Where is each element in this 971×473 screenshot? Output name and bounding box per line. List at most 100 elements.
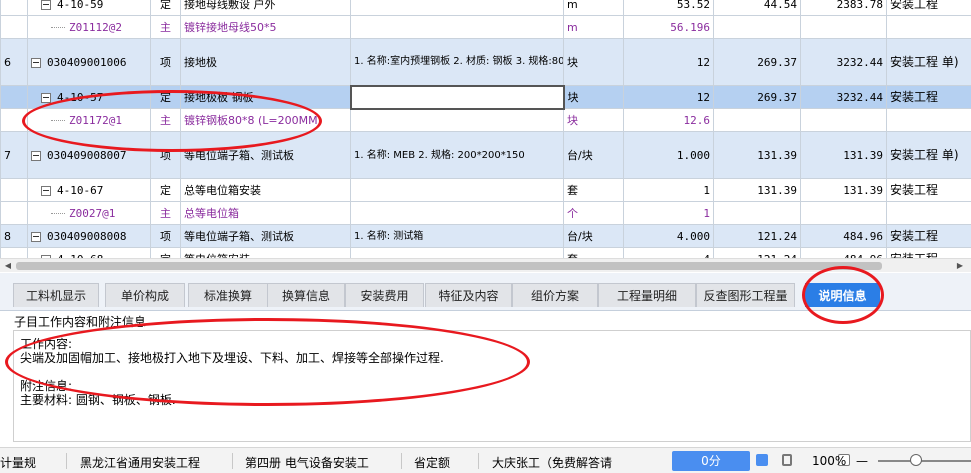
unit-price-cell[interactable]: 44.54 [713,0,801,16]
row-number-cell[interactable] [0,0,28,16]
code-cell[interactable]: 030409008008 [27,224,151,248]
tab-reverse-graphic-quantity[interactable]: 反查图形工程量 [696,283,795,307]
code-cell[interactable]: Z01112@2 [27,15,151,39]
status-standard[interactable]: 计量规 [0,454,62,471]
quantity-cell[interactable]: 1 [623,201,714,225]
tab-unit-price[interactable]: 单价构成 [105,283,185,307]
row-number-cell[interactable] [0,108,28,132]
feature-description-cell[interactable] [349,84,565,110]
feature-description-cell[interactable]: 1. 名称: 测试箱 [350,224,564,248]
row-number-cell[interactable] [0,178,28,202]
tab-pricing-scheme[interactable]: 组价方案 [512,283,598,307]
table-row[interactable]: Z01172@1 主镀锌钢板80*8 (L=200MM) 块 12.6 [0,108,971,132]
name-cell[interactable]: 等电位端子箱、测试板 [180,224,351,248]
quantity-cell[interactable]: 1 [623,178,714,202]
feature-description-cell[interactable] [350,0,564,16]
collapse-icon[interactable] [31,150,41,161]
total-price-cell[interactable]: 484.96 [800,224,887,248]
type-cell[interactable]: 定 [150,178,181,202]
row-number-cell[interactable] [0,15,28,39]
unit-cell[interactable]: 个 [563,201,624,225]
code-cell[interactable]: 030409008007 [27,131,151,179]
code-cell[interactable]: 4-10-68 [27,247,151,258]
category-cell[interactable]: 安装工程 [886,247,971,258]
quantity-cell[interactable]: 1.000 [623,131,714,179]
scroll-thumb[interactable] [16,262,882,270]
category-cell[interactable]: 安装工程 [886,224,971,248]
name-cell[interactable]: 总等电位箱 [180,201,351,225]
unit-price-cell[interactable] [713,15,801,39]
quantity-cell[interactable]: 12 [623,38,714,86]
code-cell[interactable]: Z01172@1 [27,108,151,132]
total-price-cell[interactable] [800,108,887,132]
collapse-icon[interactable] [41,185,51,196]
name-cell[interactable]: 接地母线敷设 户外 [180,0,351,16]
tab-material-machine[interactable]: 工料机显示 [13,283,99,307]
table-row[interactable]: 4-10-57 定接地极板 钢板 块 12 269.37 3232.44 安装工程 [0,84,971,110]
quantity-cell[interactable]: 12 [623,85,714,109]
unit-price-cell[interactable]: 121.24 [713,224,801,248]
category-cell[interactable] [886,108,971,132]
quantity-cell[interactable]: 4.000 [623,224,714,248]
category-cell[interactable] [886,15,971,39]
unit-cell[interactable]: m [563,15,624,39]
category-cell[interactable]: 安装工程 [886,0,971,16]
tab-install-cost[interactable]: 安装费用 [345,283,424,307]
table-row[interactable]: 8 030409008008 项等电位端子箱、测试板 1. 名称: 测试箱 台/块 4.0… [0,224,971,248]
total-price-cell[interactable] [800,201,887,225]
total-price-cell[interactable] [800,15,887,39]
name-cell[interactable]: 接地极 [180,38,351,86]
collapse-icon[interactable] [41,92,51,103]
total-price-cell[interactable]: 3232.44 [800,85,887,109]
row-number-cell[interactable]: 8 [0,224,28,248]
unit-cell[interactable]: 台/块 [563,224,624,248]
unit-price-cell[interactable]: 269.37 [713,38,801,86]
status-support[interactable]: 大庆张工（免费解答请 [492,454,620,471]
scroll-right-icon[interactable]: ▶ [955,261,965,271]
total-price-cell[interactable]: 131.39 [800,131,887,179]
tab-conversion-info[interactable]: 换算信息 [267,283,345,307]
zoom-out-icon[interactable]: — [856,454,868,468]
tab-description-info[interactable]: 说明信息 [805,283,880,307]
type-cell[interactable]: 定 [150,247,181,258]
category-cell[interactable] [886,201,971,225]
horizontal-scrollbar[interactable]: ◀ ▶ [0,258,971,272]
unit-cell[interactable]: m [563,0,624,16]
table-row[interactable]: Z01112@2 主镀锌接地母线50*5 m 56.196 [0,15,971,39]
name-cell[interactable]: 等电位箱安装 [180,247,351,258]
feature-description-cell[interactable] [350,15,564,39]
table-row[interactable]: Z0027@1 主总等电位箱 个 1 [0,201,971,225]
unit-price-cell[interactable] [713,108,801,132]
quantity-cell[interactable]: 53.52 [623,0,714,16]
unit-cell[interactable]: 块 [563,38,624,86]
feature-description-cell[interactable]: 1. 名称:室内预埋钢板 2. 材质: 钢板 3. 规格:80*8 (L=200… [350,38,564,86]
category-cell[interactable]: 安装工程 单) [886,131,971,179]
name-cell[interactable]: 等电位端子箱、测试板 [180,131,351,179]
collapse-icon[interactable] [41,0,51,10]
feature-description-cell[interactable] [350,108,564,132]
feature-description-cell[interactable] [350,247,564,258]
name-cell[interactable]: 镀锌接地母线50*5 [180,15,351,39]
status-quota[interactable]: 省定额 [414,454,464,471]
total-price-cell[interactable]: 131.39 [800,178,887,202]
name-cell[interactable]: 镀锌钢板80*8 (L=200MM) [180,108,351,132]
row-number-cell[interactable] [0,247,28,258]
name-cell[interactable]: 接地极板 钢板 [180,85,351,109]
type-cell[interactable]: 定 [150,85,181,109]
row-number-cell[interactable] [0,201,28,225]
table-row[interactable]: 4-10-67 定总等电位箱安装套 1 131.39 131.39 安装工程 [0,178,971,202]
zoom-slider[interactable] [878,460,971,462]
split-view-icon[interactable] [782,454,792,466]
unit-cell[interactable]: 块 [563,85,624,109]
unit-price-cell[interactable]: 121.24 [713,247,801,258]
table-row[interactable]: 6 030409001006 项接地极 1. 名称:室内预埋钢板 2. 材质: 钢板 … [0,38,971,86]
feature-description-cell[interactable]: 1. 名称: MEB 2. 规格: 200*200*150 [350,131,564,179]
unit-price-cell[interactable] [713,201,801,225]
unit-price-cell[interactable]: 131.39 [713,178,801,202]
type-cell[interactable]: 项 [150,38,181,86]
code-cell[interactable]: 4-10-67 [27,178,151,202]
code-cell[interactable]: 030409001006 [27,38,151,86]
row-number-cell[interactable] [0,85,28,109]
unit-price-cell[interactable]: 131.39 [713,131,801,179]
code-cell[interactable]: Z0027@1 [27,201,151,225]
